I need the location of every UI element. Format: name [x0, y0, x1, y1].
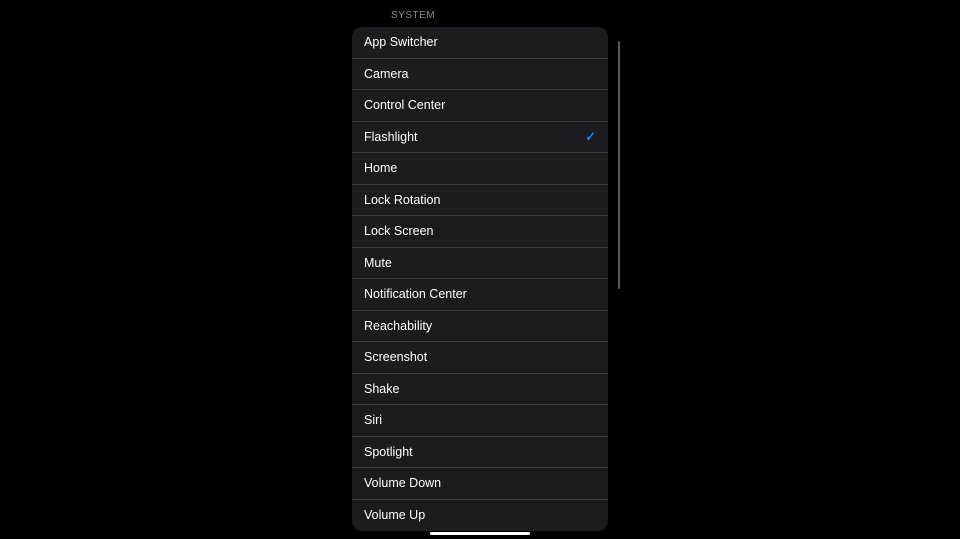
list-row-lock-rotation[interactable]: Lock Rotation	[352, 185, 608, 217]
list-row-lock-screen[interactable]: Lock Screen	[352, 216, 608, 248]
list-row-spotlight[interactable]: Spotlight	[352, 437, 608, 469]
settings-panel: SYSTEM App Switcher Camera Control Center F…	[352, 0, 608, 539]
list-row-shake[interactable]: Shake	[352, 374, 608, 406]
row-label: Home	[364, 161, 397, 175]
row-label: Screenshot	[364, 350, 427, 364]
list-row-siri[interactable]: Siri	[352, 405, 608, 437]
row-label: Lock Screen	[364, 224, 433, 238]
row-label: Control Center	[364, 98, 445, 112]
row-label: Siri	[364, 413, 382, 427]
list-row-screenshot[interactable]: Screenshot	[352, 342, 608, 374]
row-label: Reachability	[364, 319, 432, 333]
row-label: Notification Center	[364, 287, 467, 301]
row-label: Flashlight	[364, 130, 418, 144]
system-actions-list: App Switcher Camera Control Center Flashlig…	[352, 27, 608, 531]
row-label: Shake	[364, 382, 399, 396]
row-label: Volume Down	[364, 476, 441, 490]
list-row-volume-down[interactable]: Volume Down	[352, 468, 608, 500]
list-row-flashlight[interactable]: Flashlight ✓	[352, 122, 608, 154]
row-label: App Switcher	[364, 35, 438, 49]
row-label: Mute	[364, 256, 392, 270]
row-label: Spotlight	[364, 445, 413, 459]
scroll-indicator[interactable]	[618, 41, 621, 289]
list-row-reachability[interactable]: Reachability	[352, 311, 608, 343]
checkmark-icon: ✓	[585, 129, 596, 145]
list-row-control-center[interactable]: Control Center	[352, 90, 608, 122]
list-row-home[interactable]: Home	[352, 153, 608, 185]
row-label: Volume Up	[364, 508, 425, 522]
list-row-notification-center[interactable]: Notification Center	[352, 279, 608, 311]
row-label: Lock Rotation	[364, 193, 440, 207]
list-row-app-switcher[interactable]: App Switcher	[352, 27, 608, 59]
section-header-system: SYSTEM	[352, 0, 608, 27]
list-row-mute[interactable]: Mute	[352, 248, 608, 280]
row-label: Camera	[364, 67, 408, 81]
list-row-camera[interactable]: Camera	[352, 59, 608, 91]
home-indicator[interactable]	[430, 532, 530, 536]
list-row-volume-up[interactable]: Volume Up	[352, 500, 608, 532]
